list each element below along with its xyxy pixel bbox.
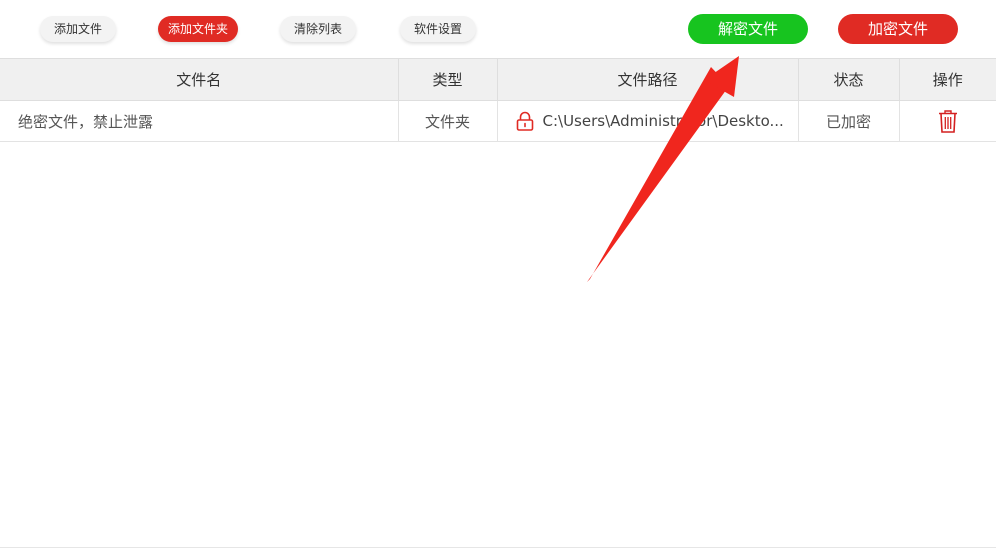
add-folder-button[interactable]: 添加文件夹 — [158, 16, 238, 42]
file-type-cell: 文件夹 — [398, 100, 498, 142]
clear-list-button[interactable]: 清除列表 — [280, 16, 356, 42]
add-file-button[interactable]: 添加文件 — [40, 16, 116, 42]
status-badge: 已加密 — [798, 100, 900, 142]
table-row[interactable]: 绝密文件，禁止泄露 文件夹 C:\Users\Administrator\Des… — [0, 100, 996, 142]
encrypt-button[interactable]: 加密文件 — [838, 14, 958, 44]
table-header-row: 文件名 类型 文件路径 状态 操作 — [0, 58, 996, 101]
file-table: 文件名 类型 文件路径 状态 操作 绝密文件，禁止泄露 文件夹 C:\Users… — [0, 58, 996, 142]
column-header-status[interactable]: 状态 — [798, 58, 900, 101]
column-header-name[interactable]: 文件名 — [0, 58, 399, 101]
file-path-text: C:\Users\Administrator\Deskto... — [542, 112, 784, 130]
column-header-path[interactable]: 文件路径 — [497, 58, 799, 101]
settings-button[interactable]: 软件设置 — [400, 16, 476, 42]
decrypt-button[interactable]: 解密文件 — [688, 14, 808, 44]
trash-icon[interactable] — [938, 109, 958, 133]
file-name-cell: 绝密文件，禁止泄露 — [0, 100, 399, 142]
bottom-divider — [0, 547, 996, 548]
app-window: 添加文件 添加文件夹 清除列表 软件设置 解密文件 加密文件 文件名 类型 文件… — [0, 0, 996, 549]
toolbar: 添加文件 添加文件夹 清除列表 软件设置 解密文件 加密文件 — [0, 0, 996, 58]
lock-icon — [516, 111, 533, 131]
column-header-type[interactable]: 类型 — [398, 58, 498, 101]
file-path-cell: C:\Users\Administrator\Deskto... — [497, 100, 799, 142]
action-cell — [899, 100, 996, 142]
column-header-action[interactable]: 操作 — [899, 58, 996, 101]
